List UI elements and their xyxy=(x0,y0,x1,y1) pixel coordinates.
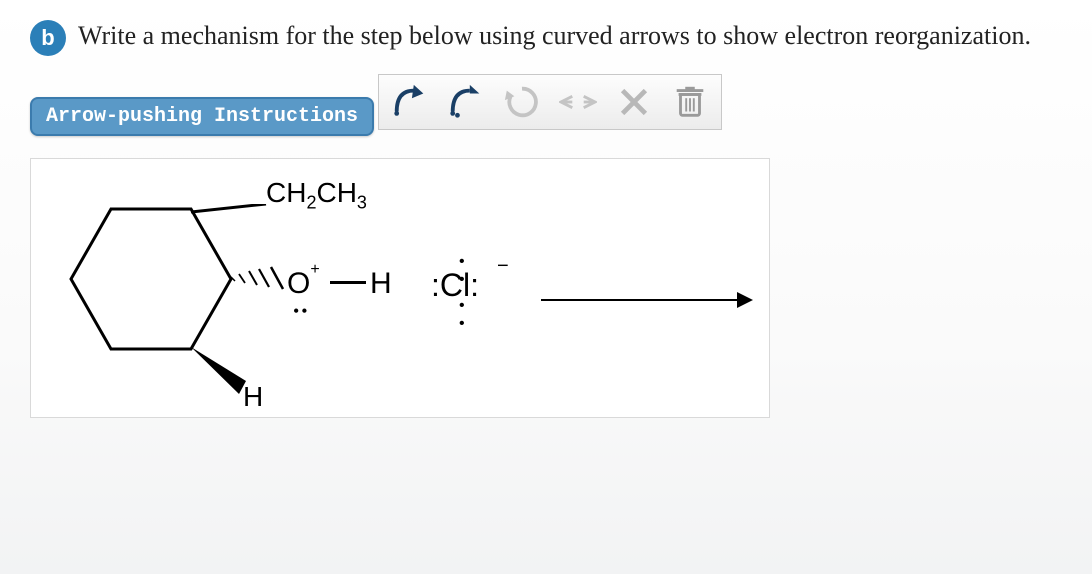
oxonium-charge: + xyxy=(310,261,319,278)
reaction-canvas[interactable]: CH2CH3 O+ H •• H • • :Cl: • • − xyxy=(30,158,770,418)
reaction-arrow xyxy=(541,299,751,301)
hflip-tool[interactable] xyxy=(557,81,599,123)
oxonium-O: O xyxy=(287,267,310,300)
oxonium-group: O+ H xyxy=(287,267,392,301)
drawing-toolbar xyxy=(378,74,722,130)
ethyl-substituent-label: CH2CH3 xyxy=(266,177,367,214)
curved-arrow-full-tool[interactable] xyxy=(389,81,431,123)
chloride-ion: • • :Cl: • • − xyxy=(431,267,479,304)
arrow-pushing-instructions-button[interactable]: Arrow-pushing Instructions xyxy=(30,97,374,136)
question-prompt: Write a mechanism for the step below usi… xyxy=(78,18,1031,53)
curved-arrow-half-tool[interactable] xyxy=(445,81,487,123)
bond-to-ethyl xyxy=(191,204,271,234)
wedge-h-label: H xyxy=(243,381,263,413)
oxygen-lone-pair: •• xyxy=(293,301,310,322)
part-badge: b xyxy=(30,20,66,56)
delete-tool[interactable] xyxy=(613,81,655,123)
oxonium-H: H xyxy=(370,267,392,300)
clear-all-tool[interactable] xyxy=(669,81,711,123)
rotate-tool[interactable] xyxy=(501,81,543,123)
